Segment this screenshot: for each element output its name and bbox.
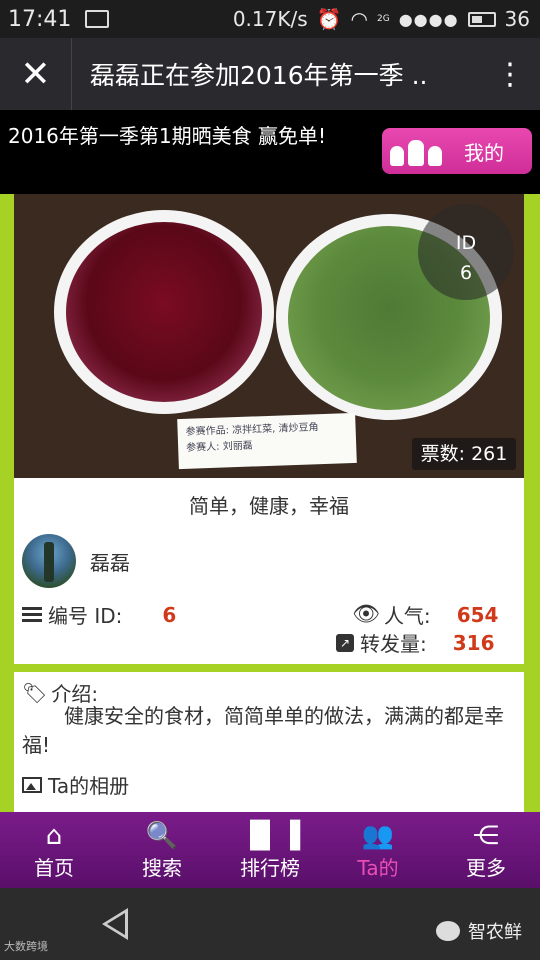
activity-header: 2016年第一季第1期晒美食 赢免单! 我的 <box>0 110 540 194</box>
people-icon <box>390 134 444 168</box>
alarm-icon: ⏰ <box>316 7 342 31</box>
home-icon: ⌂ <box>45 820 63 851</box>
watermark-right: 智农鲜 <box>436 918 522 944</box>
shares-value: 316 <box>452 630 495 655</box>
album-heading[interactable]: Ta的相册 <box>22 770 129 799</box>
popularity-value: 654 <box>456 602 499 627</box>
entry-card: 参赛作品: 凉拌红菜, 清炒豆角 参赛人: 刘丽磊 ID 6 票数: 261 简… <box>14 194 524 664</box>
battery-icon <box>467 11 496 27</box>
number-row: 编号 ID: 6 <box>22 600 176 629</box>
entry-note: 参赛作品: 凉拌红菜, 清炒豆角 参赛人: 刘丽磊 <box>177 412 357 470</box>
avatar[interactable] <box>22 534 76 588</box>
entry-photo[interactable]: 参赛作品: 凉拌红菜, 清炒豆角 参赛人: 刘丽磊 ID 6 票数: 261 <box>14 194 524 478</box>
vote-count: 票数: 261 <box>412 438 516 470</box>
username: 磊磊 <box>90 550 130 575</box>
id-badge: ID 6 <box>418 204 514 300</box>
status-bar: 17:41 0.17K/s ⏰ ◠ 2G ●●●● 36 <box>0 0 540 38</box>
share-arrow-icon: ↗ <box>336 633 354 652</box>
signal-icon: ●●●● <box>398 9 459 29</box>
watermark-right-text: 智农鲜 <box>468 922 522 943</box>
share-icon: ⋲ <box>473 820 499 851</box>
list-icon <box>22 606 42 623</box>
beet-salad <box>66 222 262 402</box>
eye-icon: 👁 <box>352 602 380 627</box>
entry-caption: 简单，健康，幸福 <box>189 494 349 518</box>
shares-row: ↗ 转发量: 316 <box>336 628 495 657</box>
nav-more[interactable]: ⋲ 更多 <box>432 812 540 888</box>
nav-mine[interactable]: 👥 Ta的 <box>324 812 432 888</box>
intro-card: 🏷 介绍: 健康安全的食材，简简单单的做法，满满的都是幸福! Ta的相册 <box>14 672 524 812</box>
nav-home[interactable]: ⌂ 首页 <box>0 812 108 888</box>
wifi-icon: ◠ <box>350 7 368 31</box>
wechat-icon <box>436 921 460 941</box>
nav-ranking-label: 排行榜 <box>240 855 300 880</box>
nav-ranking[interactable]: ▐▌▐ 排行榜 <box>216 812 324 888</box>
system-nav-bar: 大数跨境 智农鲜 <box>0 888 540 960</box>
mine-button[interactable]: 我的 <box>382 128 532 174</box>
id-badge-label: ID <box>455 232 477 254</box>
people-icon: 👥 <box>361 820 395 851</box>
gallery-notification-icon <box>85 10 110 28</box>
nav-more-label: 更多 <box>466 855 506 880</box>
network-type: 2G <box>377 14 390 24</box>
network-speed: 0.17K/s <box>232 7 308 31</box>
popularity-row: 👁 人气: 654 <box>352 600 498 629</box>
nav-mine-label: Ta的 <box>357 855 399 880</box>
title-bar: ✕ 磊磊正在参加2016年第一季 .. ⋮ <box>0 38 540 110</box>
search-icon: 🔍 <box>145 820 179 851</box>
close-icon[interactable]: ✕ <box>0 38 72 110</box>
battery-level: 36 <box>504 7 530 31</box>
nav-search-label: 搜索 <box>142 855 182 880</box>
content-area[interactable]: 参赛作品: 凉拌红菜, 清炒豆角 参赛人: 刘丽磊 ID 6 票数: 261 简… <box>0 194 540 812</box>
back-icon[interactable] <box>102 908 128 940</box>
image-icon <box>22 776 42 793</box>
activity-title: 2016年第一季第1期晒美食 赢免单! <box>8 124 326 148</box>
page-title: 磊磊正在参加2016年第一季 .. <box>90 61 428 90</box>
popularity-label: 人气: <box>383 604 431 628</box>
user-info[interactable]: 磊磊 <box>22 534 130 588</box>
status-time: 17:41 <box>8 6 72 32</box>
shares-label: 转发量: <box>360 632 427 656</box>
nav-home-label: 首页 <box>34 855 74 880</box>
number-value: 6 <box>162 602 177 627</box>
tag-icon: 🏷 <box>22 680 48 705</box>
bottom-nav: ⌂ 首页 🔍 搜索 ▐▌▐ 排行榜 👥 Ta的 ⋲ 更多 <box>0 812 540 888</box>
watermark-left: 大数跨境 <box>4 940 48 953</box>
id-badge-value: 6 <box>459 262 473 284</box>
bar-chart-icon: ▐▌▐ <box>240 820 300 851</box>
number-label: 编号 ID: <box>48 604 123 628</box>
more-menu-icon[interactable]: ⋮ <box>480 38 540 110</box>
album-heading-text: Ta的相册 <box>48 774 130 798</box>
intro-text: 健康安全的食材，简简单单的做法，满满的都是幸福! <box>22 704 504 757</box>
mine-button-label: 我的 <box>464 140 504 165</box>
nav-search[interactable]: 🔍 搜索 <box>108 812 216 888</box>
